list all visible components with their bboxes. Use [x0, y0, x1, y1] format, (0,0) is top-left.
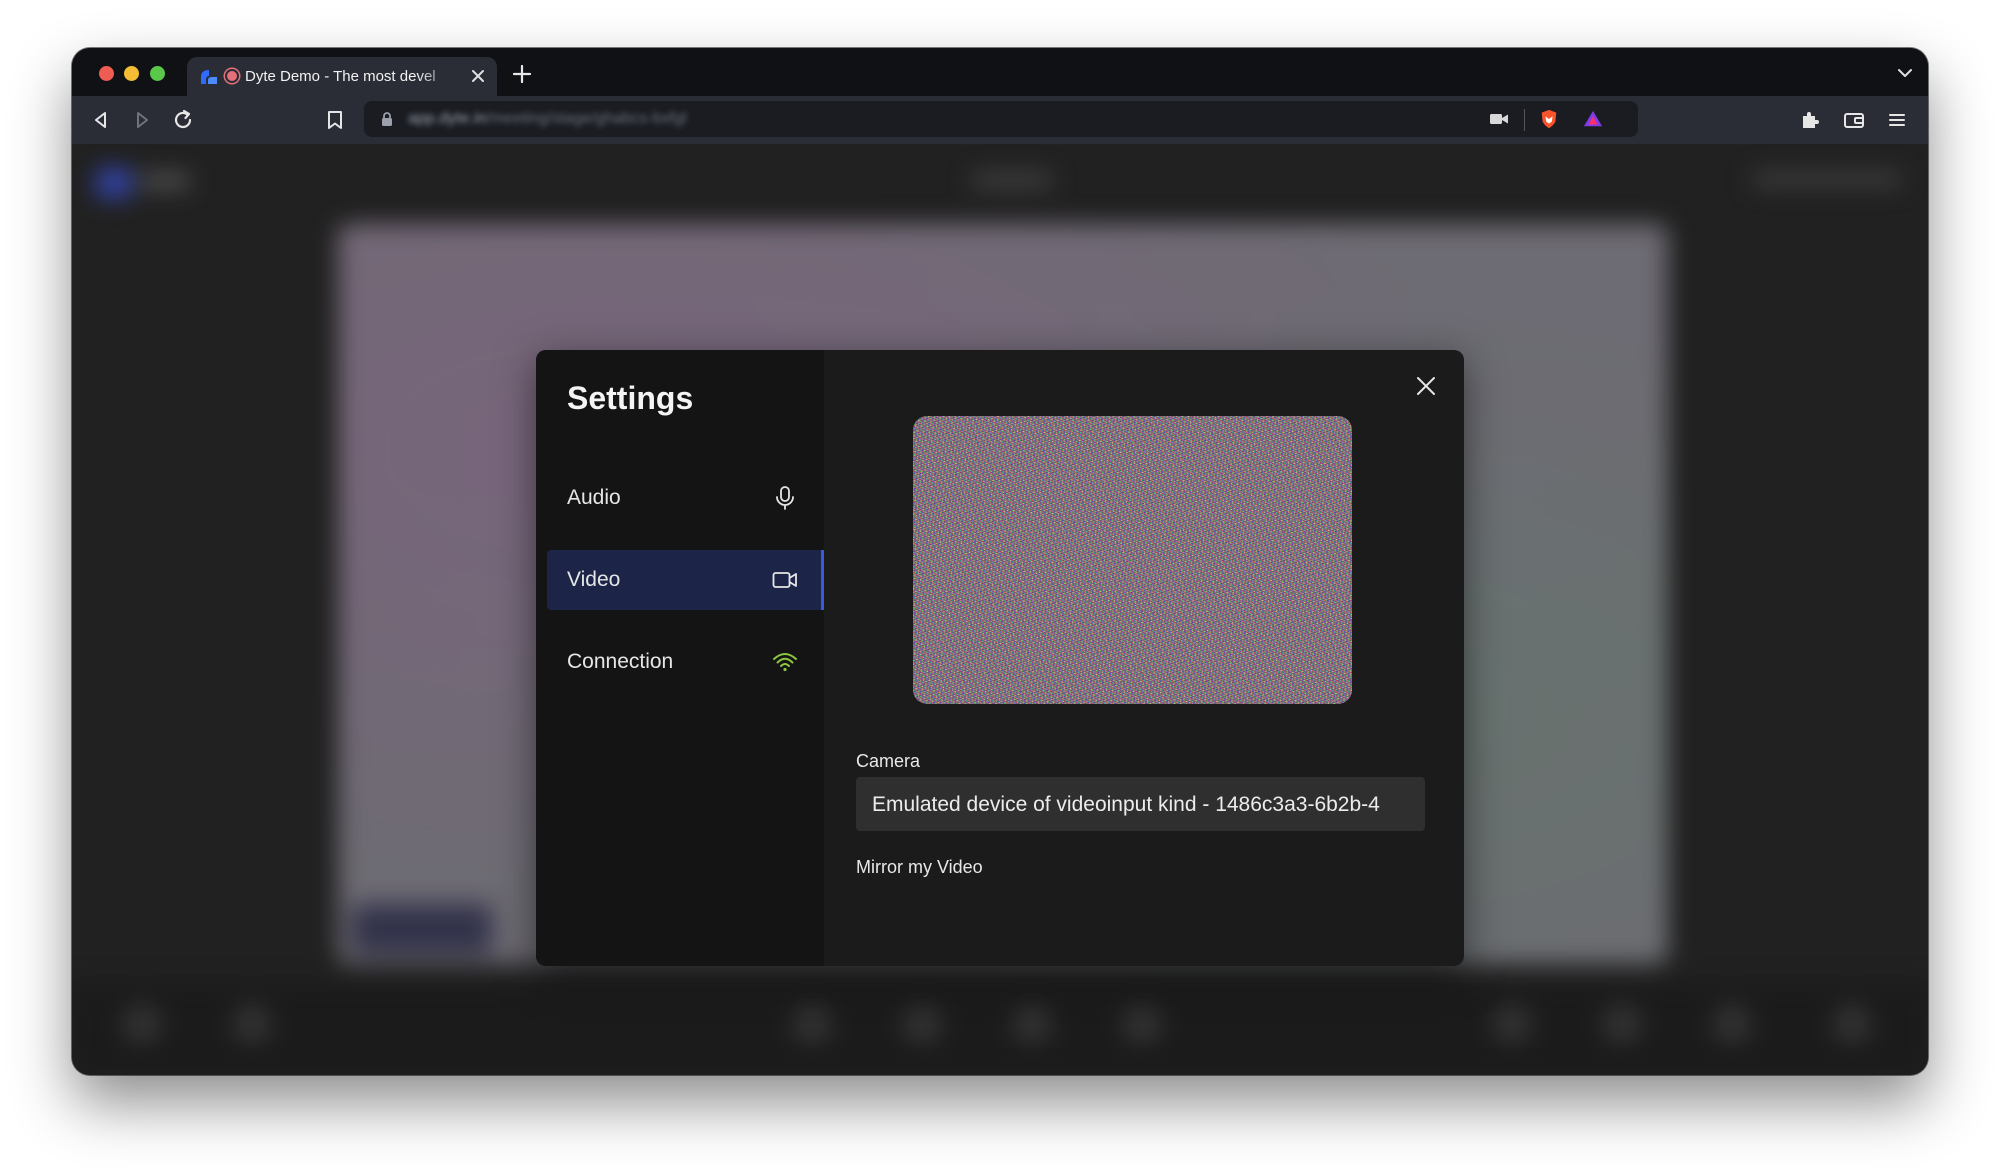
recording-icon — [227, 71, 237, 81]
wifi-icon — [773, 653, 797, 672]
camera-label: Camera — [856, 751, 921, 771]
nav-item-label: Connection — [567, 650, 674, 673]
settings-title: Settings — [567, 380, 694, 416]
close-icon[interactable] — [1414, 374, 1438, 398]
camera-select-value: Emulated device of videoinput kind - 148… — [872, 793, 1380, 816]
menu-icon[interactable] — [1884, 107, 1910, 133]
video-camera-icon — [772, 572, 797, 588]
nav-item-label: Audio — [567, 486, 621, 509]
brave-rewards-icon[interactable] — [1582, 109, 1604, 129]
extensions-icon[interactable] — [1797, 107, 1823, 133]
microphone-icon — [776, 486, 794, 510]
camera-in-use-icon[interactable] — [1488, 109, 1510, 129]
new-tab-icon[interactable] — [512, 64, 532, 84]
tab-strip: Dyte Demo - The most devel — [72, 48, 1928, 96]
bookmark-icon[interactable] — [322, 107, 348, 133]
browser-tab[interactable]: Dyte Demo - The most devel — [187, 57, 497, 96]
settings-dialog: Settings Audio Video Connection Camera E… — [536, 350, 1464, 966]
address-bar[interactable]: app.dyte.in/meeting/stage/ghabcs-bxfgl — [364, 101, 1638, 137]
nav-item-connection[interactable]: Connection — [547, 632, 824, 692]
forward-icon[interactable] — [129, 107, 155, 133]
reload-icon[interactable] — [170, 107, 196, 133]
chevron-down-icon[interactable] — [1896, 66, 1914, 80]
maximize-window-button[interactable] — [150, 66, 165, 81]
settings-sidebar: Settings Audio Video Connection — [536, 350, 824, 966]
close-tab-icon[interactable] — [468, 66, 488, 86]
dyte-favicon-icon — [201, 70, 217, 84]
web-content: Settings Audio Video Connection Camera E… — [72, 144, 1928, 1075]
back-icon[interactable] — [88, 107, 114, 133]
wallet-icon[interactable] — [1841, 107, 1867, 133]
minimize-window-button[interactable] — [124, 66, 139, 81]
video-preview — [913, 416, 1352, 704]
nav-item-audio[interactable]: Audio — [547, 468, 824, 528]
nav-item-label: Video — [567, 568, 621, 591]
browser-window: Dyte Demo - The most devel app.dyte.in/m… — [72, 48, 1928, 1075]
lock-icon — [382, 112, 392, 126]
nav-item-video[interactable]: Video — [547, 550, 824, 610]
camera-select[interactable]: Emulated device of videoinput kind - 148… — [856, 777, 1425, 831]
close-window-button[interactable] — [99, 66, 114, 81]
brave-shields-icon[interactable] — [1538, 109, 1560, 129]
mirror-video-label: Mirror my Video — [856, 857, 983, 877]
url-text: app.dyte.in/meeting/stage/ghabcs-bxfgl — [408, 110, 687, 127]
browser-toolbar: app.dyte.in/meeting/stage/ghabcs-bxfgl — [72, 96, 1928, 144]
